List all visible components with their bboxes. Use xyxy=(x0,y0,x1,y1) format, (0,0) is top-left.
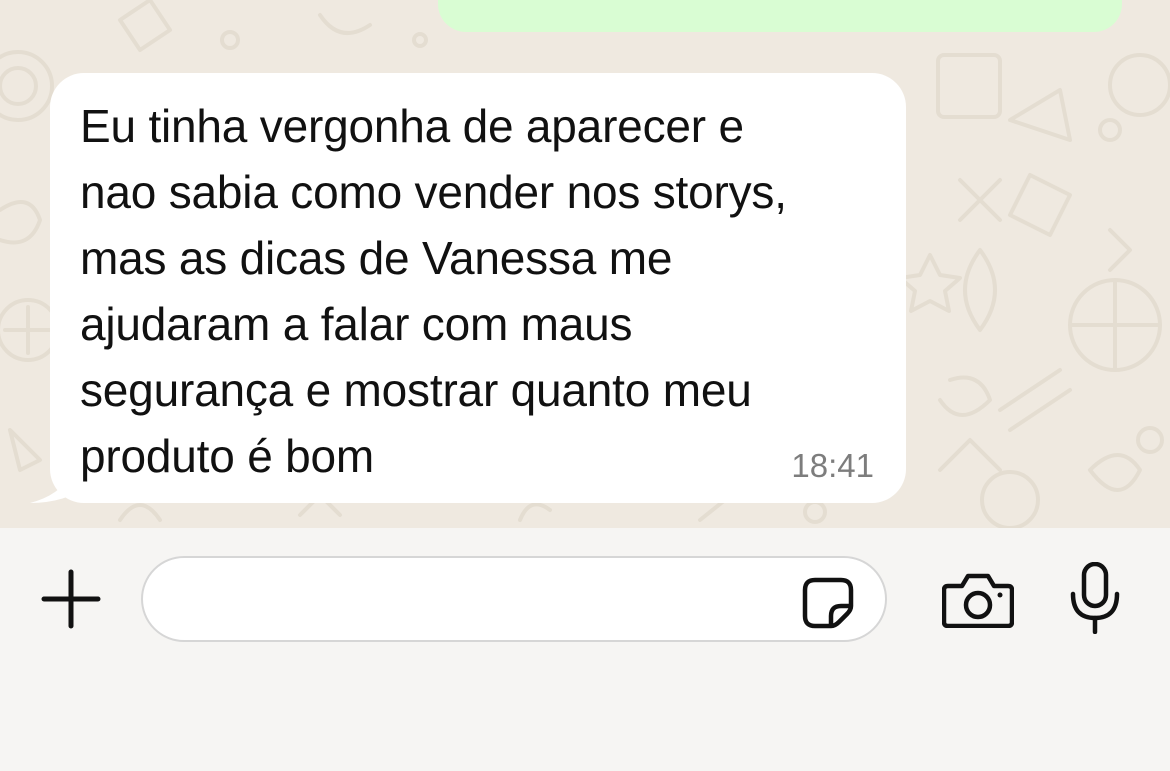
sticker-icon[interactable] xyxy=(801,576,855,630)
previous-sent-message-bubble[interactable] xyxy=(438,0,1122,32)
message-composer xyxy=(0,528,1170,771)
message-text: Eu tinha vergonha de aparecer e nao sabi… xyxy=(80,100,787,482)
received-message-bubble[interactable]: Eu tinha vergonha de aparecer e nao sabi… xyxy=(50,73,906,503)
camera-icon[interactable] xyxy=(942,572,1014,628)
microphone-icon[interactable] xyxy=(1068,562,1122,634)
message-input-container[interactable] xyxy=(141,556,887,642)
plus-icon[interactable] xyxy=(40,568,102,630)
message-input[interactable] xyxy=(173,572,777,628)
message-timestamp: 18:41 xyxy=(791,447,874,484)
chat-area: Eu tinha vergonha de aparecer e nao sabi… xyxy=(0,0,1170,528)
